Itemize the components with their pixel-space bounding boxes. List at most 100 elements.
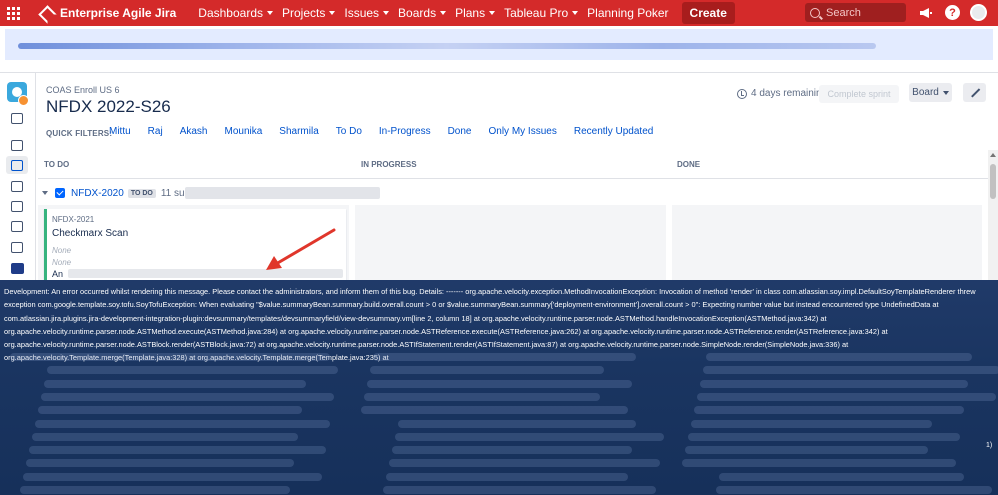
board-menu-label: Board	[912, 87, 939, 98]
column-header-todo: TO DO	[38, 150, 348, 177]
header-divider	[0, 72, 998, 73]
create-button[interactable]: Create	[681, 2, 735, 24]
chevron-down-icon	[329, 11, 336, 15]
card-field-value: None	[52, 246, 72, 255]
nav-label: Boards	[398, 6, 437, 20]
user-avatar[interactable]	[970, 4, 987, 21]
backlog-icon[interactable]	[11, 140, 23, 151]
redacted-error-line	[398, 419, 636, 428]
megaphone-icon	[920, 8, 932, 18]
quick-filter-sharmila[interactable]: Sharmila	[279, 126, 318, 137]
clock-icon	[737, 88, 747, 99]
days-remaining-text: 4 days remaining	[751, 88, 828, 99]
project-sidebar	[0, 73, 36, 280]
scroll-up-icon[interactable]	[990, 153, 996, 157]
quick-filters: Mittu Raj Akash Mounika Sharmila To Do In-Prog…	[109, 126, 670, 137]
parent-issue-key[interactable]: NFDX-2020	[71, 188, 124, 199]
expand-icon	[970, 88, 979, 97]
quick-filter-only-my-issues[interactable]: Only My Issues	[488, 126, 556, 137]
redacted-error-line	[682, 459, 956, 468]
status-badge: TO DO	[127, 188, 156, 198]
chevron-down-icon	[489, 11, 496, 15]
column-in-progress	[355, 205, 666, 280]
nav-planning-poker[interactable]: Planning Poker	[587, 6, 668, 20]
app-switcher-button[interactable]	[0, 0, 26, 26]
swimlane-header[interactable]: NFDX-2020 TO DO 11 sub-ta	[38, 186, 983, 200]
chevron-down-icon	[267, 11, 273, 15]
addon-app-icon[interactable]	[11, 263, 24, 274]
board-icon[interactable]	[11, 160, 23, 171]
nav-label: Dashboards	[198, 6, 263, 20]
complete-sprint-button[interactable]: Complete sprint	[819, 85, 899, 103]
sprint-time-remaining: 4 days remaining	[737, 88, 827, 99]
quick-filter-done[interactable]: Done	[448, 126, 472, 137]
redacted-error-line	[389, 459, 660, 468]
redacted-error-line	[688, 432, 960, 441]
nav-issues[interactable]: Issues	[344, 6, 390, 20]
roadmap-icon[interactable]	[11, 113, 23, 124]
redacted-error-line	[719, 472, 964, 481]
redacted-error-line	[386, 472, 628, 481]
nav-tableau-pro[interactable]: Tableau Pro	[504, 6, 579, 20]
nav-plans[interactable]: Plans	[455, 6, 496, 20]
redacted-error-line	[44, 379, 306, 388]
redacted-error-line	[691, 419, 932, 428]
quick-filters-label: QUICK FILTERS:	[46, 129, 113, 138]
quick-filter-akash[interactable]: Akash	[180, 126, 208, 137]
redacted-error-line	[685, 446, 928, 455]
grid-icon	[6, 6, 20, 20]
main-menu: Dashboards Projects Issues Boards Plans Table…	[198, 6, 677, 20]
loading-progress-bar	[18, 43, 876, 49]
search-box[interactable]	[805, 3, 906, 22]
nav-boards[interactable]: Boards	[398, 6, 447, 20]
search-input[interactable]	[826, 6, 901, 19]
nav-label: Planning Poker	[587, 6, 669, 20]
card-issue-key: NFDX-2021	[52, 215, 95, 224]
releases-icon[interactable]	[11, 181, 23, 192]
brand-name: Enterprise Agile Jira	[60, 6, 177, 20]
nav-projects[interactable]: Projects	[282, 6, 336, 20]
redacted-error-line	[395, 432, 664, 441]
issues-icon[interactable]	[11, 221, 23, 232]
card-field-value: None	[52, 258, 72, 267]
redacted-error-line	[361, 406, 628, 415]
redacted-error-line	[32, 432, 298, 441]
error-trailing-text: 1)	[986, 442, 993, 449]
redacted-text	[185, 187, 380, 199]
board-menu-button[interactable]: Board	[909, 83, 952, 102]
nav-dashboards[interactable]: Dashboards	[198, 6, 273, 20]
fullscreen-button[interactable]	[963, 83, 986, 102]
quick-filter-raj[interactable]: Raj	[148, 126, 163, 137]
nav-label: Plans	[455, 6, 486, 20]
annotation-arrow-icon	[266, 228, 336, 270]
nav-label: Projects	[282, 6, 326, 20]
jira-logo-link[interactable]: Enterprise Agile Jira	[40, 6, 176, 20]
column-header-done: DONE	[671, 150, 981, 177]
page-title: NFDX 2022-S26	[46, 97, 171, 116]
help-icon[interactable]: ?	[945, 5, 960, 20]
quick-filter-mounika[interactable]: Mounika	[224, 126, 262, 137]
redacted-error-line	[35, 419, 330, 428]
redacted-error-line	[700, 379, 968, 388]
redacted-error-line	[20, 486, 290, 494]
breadcrumb[interactable]: COAS Enroll US 6	[46, 85, 120, 95]
components-icon[interactable]	[11, 242, 23, 253]
chevron-down-icon[interactable]	[42, 191, 48, 195]
column-header-divider	[38, 178, 988, 179]
reports-icon[interactable]	[11, 201, 23, 212]
notifications-button[interactable]	[918, 5, 934, 21]
quick-filter-in-progress[interactable]: In-Progress	[379, 126, 431, 137]
quick-filter-mittu[interactable]: Mittu	[109, 126, 131, 137]
column-header-in-progress: IN PROGRESS	[355, 150, 665, 177]
quick-filter-to-do[interactable]: To Do	[336, 126, 362, 137]
redacted-error-line	[26, 459, 294, 468]
scroll-thumb[interactable]	[990, 164, 996, 199]
project-badge	[18, 95, 29, 106]
redacted-error-line	[367, 379, 632, 388]
redacted-error-line	[38, 406, 302, 415]
chevron-down-icon	[383, 11, 390, 15]
board-scrollbar[interactable]	[988, 150, 998, 280]
card-summary: Checkmarx Scan	[52, 228, 129, 239]
quick-filter-recently-updated[interactable]: Recently Updated	[574, 126, 654, 137]
redacted-error-line	[29, 446, 326, 455]
